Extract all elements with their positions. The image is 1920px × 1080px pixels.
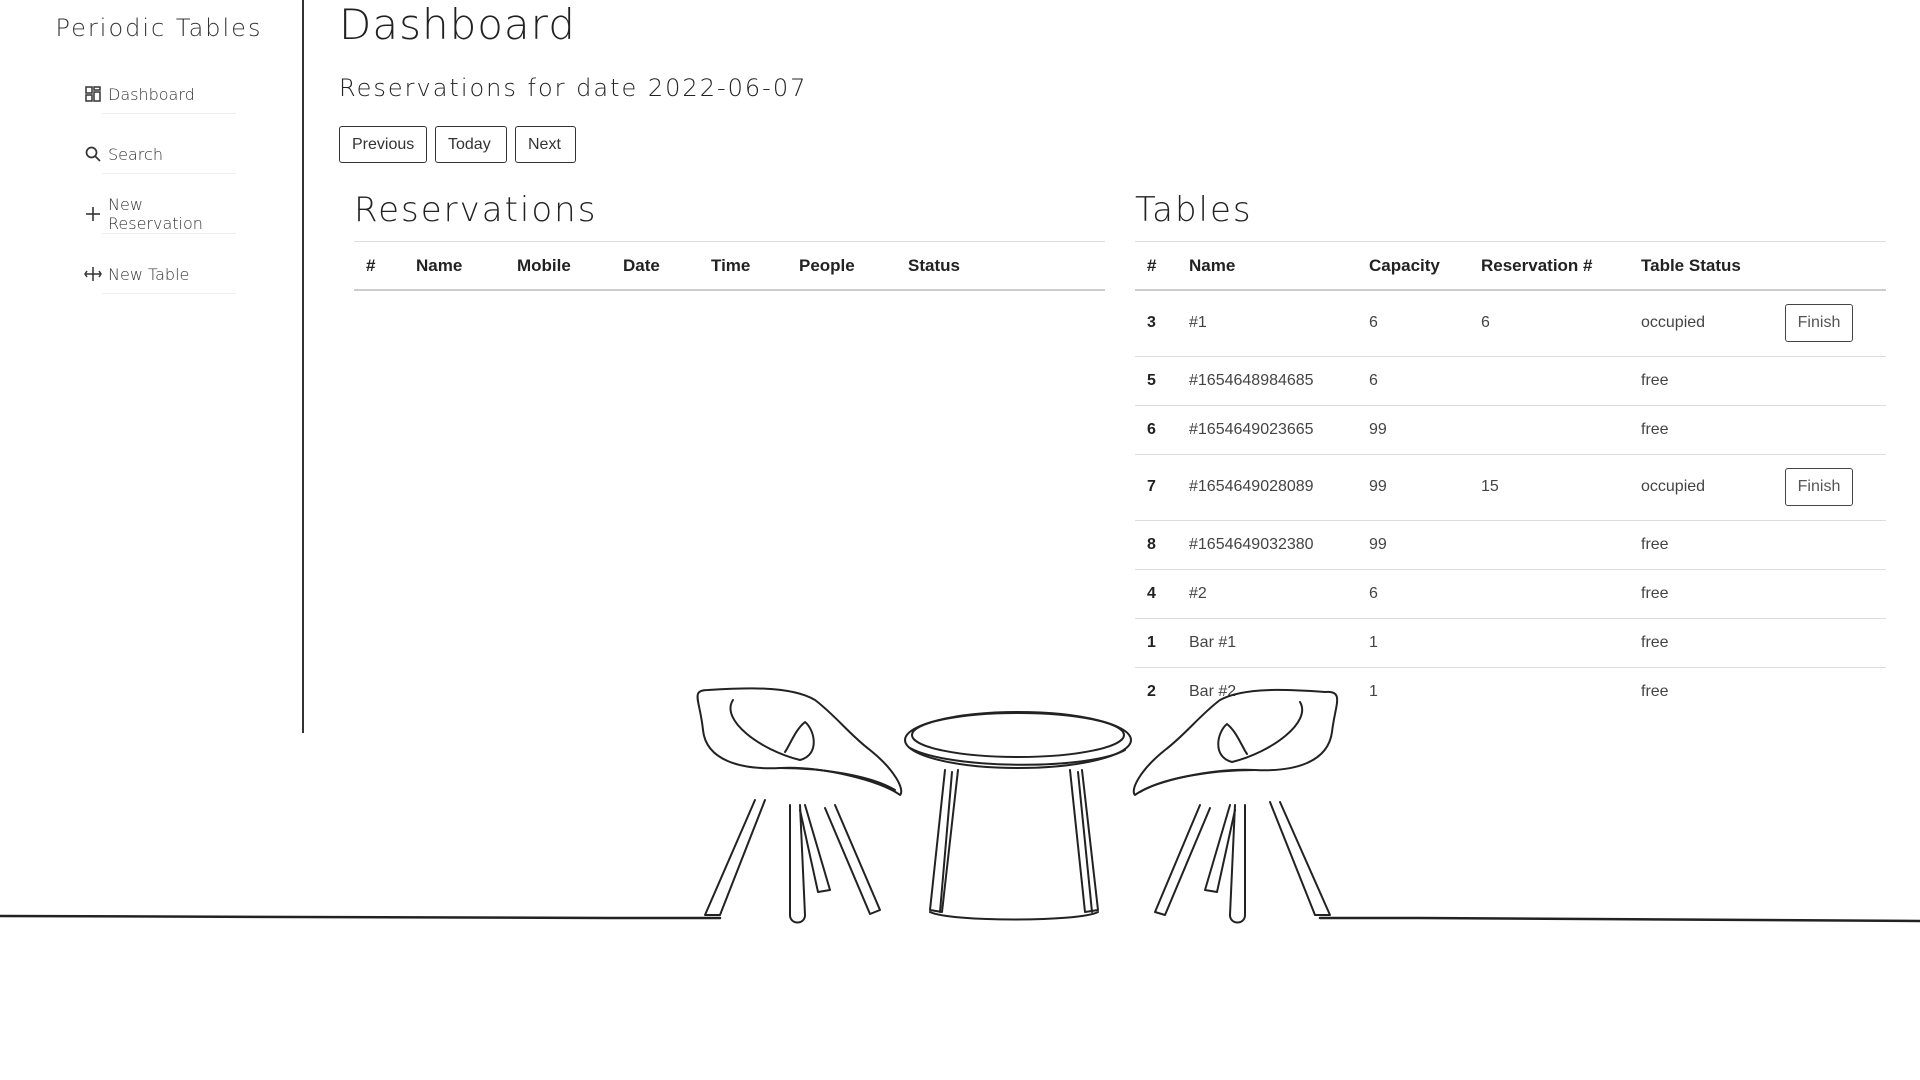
tables-title: Tables xyxy=(1135,190,1253,230)
table-id: 2 xyxy=(1147,683,1156,700)
table-capacity: 99 xyxy=(1369,421,1387,438)
table-row: 5 #1654648984685 6 free xyxy=(1135,357,1886,406)
table-name: Bar #2 xyxy=(1189,683,1237,700)
nav-new-table-label: New Table xyxy=(108,264,190,284)
table-capacity: 1 xyxy=(1369,683,1378,700)
table-row: 1 Bar #1 1 free xyxy=(1135,619,1886,668)
finish-button[interactable]: Finish xyxy=(1785,468,1853,506)
finish-button[interactable]: Finish xyxy=(1785,304,1853,342)
table-row: 7 #1654649028089 99 15 occupied Finish xyxy=(1135,455,1886,521)
table-id: 8 xyxy=(1147,536,1156,553)
table-name: #1654649028089 xyxy=(1189,478,1314,495)
table-name: #1654649032380 xyxy=(1189,536,1314,553)
column-header: People xyxy=(799,256,855,275)
table-name: Bar #1 xyxy=(1189,634,1237,651)
column-header: Mobile xyxy=(517,256,571,275)
table-status: free xyxy=(1641,683,1669,700)
sidebar: Periodic Tables Dashboard Search New Res… xyxy=(0,0,304,733)
brand-title: Periodic Tables xyxy=(55,14,263,42)
table-id: 3 xyxy=(1147,314,1156,331)
table-name: #1654648984685 xyxy=(1189,372,1314,389)
reservations-title: Reservations xyxy=(354,190,598,230)
table-capacity: 6 xyxy=(1369,585,1378,602)
table-status: free xyxy=(1641,536,1669,553)
column-header: # xyxy=(366,256,376,275)
column-header: Status xyxy=(908,256,960,275)
today-button[interactable]: Today xyxy=(435,126,507,163)
table-name: #2 xyxy=(1189,585,1207,602)
reservations-header-row: # Name Mobile Date Time People Status xyxy=(354,241,1105,291)
column-header: Reservation # xyxy=(1481,256,1593,275)
table-id: 7 xyxy=(1147,478,1156,495)
search-icon xyxy=(84,145,102,163)
table-status: occupied xyxy=(1641,314,1706,331)
table-id: 4 xyxy=(1147,585,1156,602)
table-capacity: 6 xyxy=(1369,314,1378,331)
nav-search[interactable]: Search xyxy=(84,136,236,174)
table-id: 1 xyxy=(1147,634,1156,651)
table-id: 5 xyxy=(1147,372,1156,389)
table-id: 6 xyxy=(1147,421,1156,438)
page-title: Dashboard xyxy=(339,0,576,49)
nav-dashboard[interactable]: Dashboard xyxy=(84,76,236,114)
table-status: free xyxy=(1641,372,1669,389)
nav-dashboard-label: Dashboard xyxy=(108,84,195,104)
table-row: 4 #2 6 free xyxy=(1135,570,1886,619)
nav-search-label: Search xyxy=(108,144,163,164)
column-header: Time xyxy=(711,256,751,275)
column-header: Capacity xyxy=(1369,256,1440,275)
table-row: 8 #1654649032380 99 free xyxy=(1135,521,1886,570)
column-header: Name xyxy=(1189,256,1236,275)
table-capacity: 99 xyxy=(1369,478,1387,495)
table-capacity: 1 xyxy=(1369,634,1378,651)
table-row: 3 #1 6 6 occupied Finish xyxy=(1135,291,1886,357)
date-heading: Reservations for date 2022-06-07 xyxy=(339,74,808,102)
next-button[interactable]: Next xyxy=(515,126,576,163)
table-row: 6 #1654649023665 99 free xyxy=(1135,406,1886,455)
column-header: # xyxy=(1147,256,1157,275)
dashboard-icon xyxy=(84,85,102,103)
nav-new-reservation-label: New Reservation xyxy=(108,195,203,233)
column-header: Date xyxy=(623,256,660,275)
table-capacity: 6 xyxy=(1369,372,1378,389)
table-icon xyxy=(84,265,102,283)
table-status: free xyxy=(1641,634,1669,651)
table-name: #1 xyxy=(1189,314,1207,331)
plus-icon xyxy=(84,205,102,223)
previous-button[interactable]: Previous xyxy=(339,126,427,163)
tables-table: # Name Capacity Reservation # Table Stat… xyxy=(1135,241,1886,717)
nav-new-table[interactable]: New Table xyxy=(84,256,236,294)
table-status: free xyxy=(1641,585,1669,602)
table-name: #1654649023665 xyxy=(1189,421,1314,438)
tables-header-row: # Name Capacity Reservation # Table Stat… xyxy=(1135,241,1886,291)
column-header: Name xyxy=(416,256,463,275)
column-header: Table Status xyxy=(1641,256,1741,275)
tables-divider xyxy=(1135,241,1886,242)
table-status: free xyxy=(1641,421,1669,438)
table-status: occupied xyxy=(1641,478,1706,495)
table-reservation: 6 xyxy=(1481,314,1490,331)
table-capacity: 99 xyxy=(1369,536,1387,553)
reservations-table: # Name Mobile Date Time People Status xyxy=(354,241,1105,291)
nav-new-reservation[interactable]: New Reservation xyxy=(84,195,236,234)
table-row: 2 Bar #2 1 free xyxy=(1135,668,1886,717)
table-reservation: 15 xyxy=(1481,478,1499,495)
